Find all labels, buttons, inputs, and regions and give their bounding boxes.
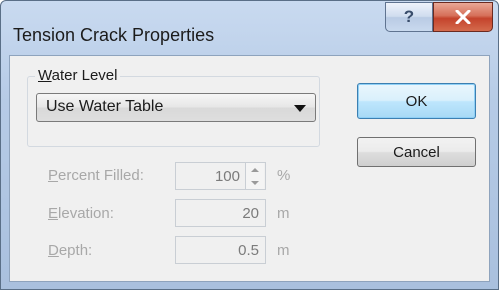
dropdown-arrow-icon <box>294 105 306 112</box>
water-level-label: Water Level <box>35 67 121 84</box>
elevation-unit: m <box>277 205 290 222</box>
help-button[interactable]: ? <box>385 2 433 32</box>
window-title: Tension Crack Properties <box>13 25 215 45</box>
depth-value: 0.5 <box>238 242 259 259</box>
percent-filled-input[interactable]: 100 <box>175 162 266 190</box>
elevation-label: Elevation: <box>48 205 114 222</box>
elevation-input[interactable]: 20 <box>175 199 266 227</box>
ok-button[interactable]: OK <box>357 83 476 119</box>
percent-filled-value: 100 <box>214 168 240 185</box>
water-level-dropdown[interactable]: Use Water Table <box>36 93 316 122</box>
percent-filled-unit: % <box>277 167 291 184</box>
close-button[interactable] <box>433 2 493 32</box>
percent-filled-label: Percent Filled: <box>48 167 144 184</box>
depth-unit: m <box>277 242 290 259</box>
depth-label: Depth: <box>48 242 93 259</box>
spin-up-button[interactable] <box>246 163 264 177</box>
depth-input[interactable]: 0.5 <box>175 236 266 264</box>
water-level-selected: Use Water Table <box>46 98 164 115</box>
title-bar[interactable]: Tension Crack Properties ? <box>1 1 498 63</box>
percent-filled-spinner[interactable] <box>245 163 265 189</box>
spin-up-icon <box>251 167 259 172</box>
cancel-button[interactable]: Cancel <box>357 137 476 167</box>
close-icon <box>455 10 471 24</box>
help-icon: ? <box>403 7 415 26</box>
spin-down-icon <box>251 180 259 185</box>
elevation-value: 20 <box>242 205 259 222</box>
spin-down-button[interactable] <box>246 176 264 189</box>
